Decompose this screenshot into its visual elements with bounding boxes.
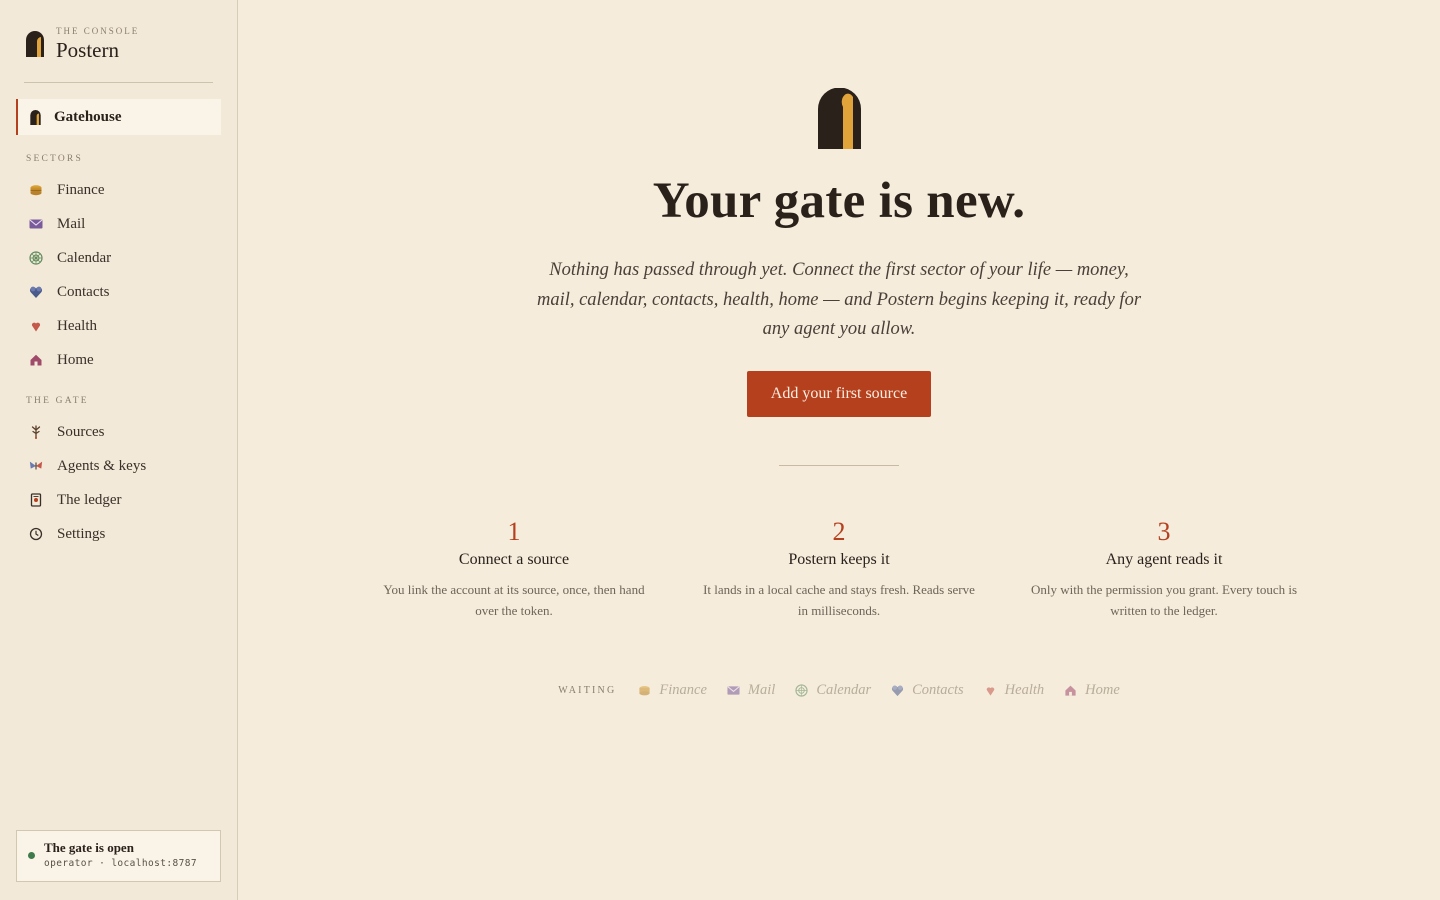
waiting-item-label: Mail: [747, 682, 776, 698]
sidebar-item-home[interactable]: Home: [28, 348, 94, 372]
step-card: 2 Postern keeps it It lands in a local c…: [694, 517, 984, 621]
step-title: Postern keeps it: [788, 551, 890, 568]
waiting-item-health: Health: [984, 682, 1044, 699]
sidebar-item-the-ledger[interactable]: The ledger: [28, 488, 122, 512]
sidebar-item-label: Home: [57, 351, 94, 368]
sidebar-item-finance[interactable]: Finance: [28, 178, 104, 202]
gate-arch-icon: [26, 31, 44, 57]
step-description: Only with the permission you grant. Ever…: [1030, 582, 1298, 618]
envelope-icon: [727, 684, 741, 698]
sidebar-item-label: Gatehouse: [54, 108, 122, 125]
sidebar-item-label: Agents & keys: [57, 457, 147, 474]
heart-icon: [28, 318, 44, 334]
sidebar-item-settings[interactable]: Settings: [28, 522, 105, 546]
waiting-sectors-row: WAITING Finance Mail Calendar Contacts H…: [238, 682, 1440, 699]
sidebar-item-label: Mail: [57, 215, 86, 232]
add-first-source-button[interactable]: Add your first source: [747, 371, 931, 417]
heart-icon: [984, 684, 998, 698]
sidebar-item-mail[interactable]: Mail: [28, 212, 85, 236]
waiting-item-label: Health: [1004, 682, 1045, 698]
waiting-item-contacts: Contacts: [891, 682, 964, 699]
hero-description: Nothing has passed through yet. Connect …: [536, 260, 1142, 339]
waiting-item-label: Calendar: [816, 682, 872, 698]
sidebar-item-label: Sources: [57, 423, 105, 440]
brand-name: Postern: [56, 38, 119, 62]
step-description: You link the account at its source, once…: [383, 582, 645, 618]
sidebar-item-label: The ledger: [57, 491, 122, 508]
clock-icon: [28, 526, 44, 542]
step-title: Any agent reads it: [1105, 551, 1223, 568]
house-icon: [1064, 684, 1078, 698]
waiting-item-label: Finance: [659, 682, 707, 698]
gate-arch-icon: [30, 109, 41, 125]
sidebar-item-label: Calendar: [57, 249, 112, 266]
root-icon: [28, 424, 44, 440]
status-title: The gate is open: [44, 840, 134, 855]
brand[interactable]: THE CONSOLE Postern: [26, 26, 139, 62]
gate-arch-icon: [818, 88, 861, 149]
section-divider: [779, 465, 899, 466]
section-label-sectors: SECTORS: [26, 154, 83, 164]
wheel-icon: [28, 250, 44, 266]
sidebar-item-label: Finance: [57, 181, 105, 198]
sidebar-item-calendar[interactable]: Calendar: [28, 246, 111, 270]
waiting-label: WAITING: [558, 685, 617, 696]
envelope-icon: [28, 216, 44, 232]
coin-stack-icon: [28, 182, 44, 198]
status-indicator: [28, 852, 35, 859]
waiting-item-finance: Finance: [638, 682, 707, 699]
ledger-icon: [28, 492, 44, 508]
sidebar-item-sources[interactable]: Sources: [28, 420, 105, 444]
step-description: It lands in a local cache and stays fres…: [703, 582, 975, 618]
waiting-item-mail: Mail: [727, 682, 775, 699]
waiting-item-calendar: Calendar: [795, 682, 871, 699]
house-icon: [28, 352, 44, 368]
step-card: 3 Any agent reads it Only with the permi…: [1019, 517, 1309, 621]
heart-cluster-icon: [28, 284, 44, 300]
wheel-icon: [795, 683, 809, 698]
step-card: 1 Connect a source You link the account …: [369, 517, 659, 621]
waiting-item-label: Contacts: [912, 682, 964, 698]
brand-text: THE CONSOLE Postern: [56, 26, 139, 62]
main-content: Your gate is new. Nothing has passed thr…: [238, 0, 1440, 900]
sidebar-item-label: Health: [57, 317, 97, 334]
sidebar-item-health[interactable]: Health: [28, 314, 97, 338]
gate-status-card: The gate is open operator · localhost:87…: [16, 830, 221, 882]
brand-divider: [24, 82, 213, 83]
sidebar-item-gatehouse[interactable]: Gatehouse: [16, 99, 221, 135]
step-number: 2: [832, 517, 846, 546]
sidebar-item-contacts[interactable]: Contacts: [28, 280, 110, 304]
status-detail: operator · localhost:8787: [44, 858, 197, 869]
sidebar: THE CONSOLE Postern Gatehouse SECTORS Fi…: [0, 0, 238, 900]
step-number: 3: [1157, 517, 1171, 546]
sidebar-item-agents-keys[interactable]: Agents & keys: [28, 454, 146, 478]
step-number: 1: [507, 517, 521, 546]
brand-subtitle: THE CONSOLE: [56, 26, 140, 36]
butterfly-icon: [28, 458, 44, 474]
waiting-item-label: Home: [1085, 682, 1120, 698]
coin-stack-icon: [638, 684, 652, 698]
page-title: Your gate is new.: [652, 173, 1026, 229]
sidebar-item-label: Contacts: [57, 283, 110, 300]
waiting-item-home: Home: [1064, 682, 1120, 699]
section-label-the-gate: THE GATE: [26, 396, 89, 406]
heart-cluster-icon: [891, 684, 905, 698]
step-title: Connect a source: [458, 551, 570, 568]
sidebar-item-label: Settings: [57, 525, 106, 542]
